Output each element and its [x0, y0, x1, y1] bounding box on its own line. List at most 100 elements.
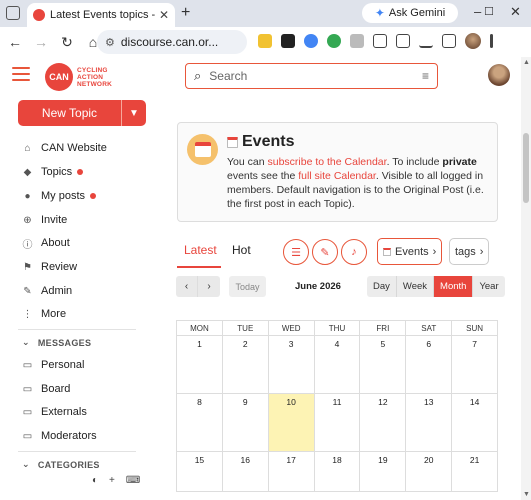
tab-latest[interactable]: Latest — [184, 243, 217, 257]
sidebar-icon[interactable] — [442, 34, 456, 48]
chevron-down-icon[interactable]: ▼ — [121, 100, 146, 126]
today-button[interactable]: Today — [229, 276, 266, 297]
calendar-day-cell[interactable]: 14 — [452, 394, 499, 452]
search-input[interactable]: ⌕ Search ≡ — [185, 63, 438, 89]
calendar-day-cell[interactable]: 5 — [360, 336, 407, 394]
sidebar-item-personal[interactable]: ▭ Personal — [22, 355, 85, 375]
calendar-day-cell[interactable]: 3 — [268, 336, 315, 394]
extension-icon[interactable] — [327, 34, 341, 48]
calendar-day-cell[interactable]: 19 — [360, 452, 407, 492]
add-icon[interactable]: + — [109, 475, 115, 486]
view-year-button[interactable]: Year — [473, 276, 505, 297]
site-logo[interactable]: CAN CYCLING ACTION NETWORK — [45, 63, 112, 91]
full-site-calendar-link[interactable]: full site Calendar — [298, 170, 376, 182]
categories-section-header[interactable]: ⌄ CATEGORIES — [22, 459, 100, 470]
sidebar-item-can-website[interactable]: ⌂ CAN Website — [22, 138, 106, 158]
extension-icon[interactable] — [304, 34, 318, 48]
profile-avatar[interactable] — [465, 33, 481, 49]
sidebar-item-invite[interactable]: ⊕ Invite — [22, 210, 67, 230]
back-arrow-icon[interactable]: ← — [4, 34, 26, 50]
close-window-icon[interactable]: ✕ — [510, 4, 521, 20]
page-scrollbar[interactable]: ▲ ▼ — [521, 57, 531, 500]
chevron-down-icon: ⌄ — [22, 337, 30, 347]
view-month-button[interactable]: Month — [434, 276, 474, 297]
sidebar-item-more[interactable]: ⋮ More — [22, 304, 67, 324]
sidebar-item-externals[interactable]: ▭ Externals — [22, 402, 87, 422]
chevron-right-icon[interactable]: › — [198, 276, 220, 297]
list-view-icon[interactable]: ☰ — [283, 239, 309, 265]
user-avatar[interactable] — [488, 64, 510, 86]
extension-icon[interactable] — [350, 34, 364, 48]
sidebar-item-topics[interactable]: ◆ Topics — [22, 162, 84, 182]
weekday-header: TUE — [222, 321, 269, 336]
home-icon: ⌂ — [24, 142, 31, 154]
reload-icon[interactable]: ↻ — [56, 34, 78, 51]
theme-toggle-icon[interactable]: ◐ — [92, 475, 98, 486]
wrench-icon[interactable]: ✎ — [312, 239, 338, 265]
hamburger-menu-icon[interactable] — [12, 67, 30, 85]
site-info-icon[interactable]: ⚙ — [105, 36, 115, 49]
bell-icon[interactable]: ♪ — [341, 239, 367, 265]
extension-icon[interactable] — [258, 34, 272, 48]
calendar-week-row: 1 2 3 4 5 6 7 — [177, 336, 499, 394]
sidebar-item-admin[interactable]: ✎ Admin — [22, 281, 72, 301]
calendar-day-cell[interactable]: 21 — [452, 452, 499, 492]
extensions-puzzle-icon[interactable] — [373, 34, 387, 48]
weekday-header: SUN — [452, 321, 499, 336]
browser-tab[interactable]: Latest Events topics - CAN Disc ✕ — [27, 3, 175, 27]
chevron-right-icon: › — [479, 245, 484, 258]
calendar-day-cell[interactable]: 20 — [406, 452, 453, 492]
scroll-up-icon[interactable]: ▲ — [523, 59, 530, 66]
tab-search-icon[interactable] — [6, 6, 20, 20]
calendar-day-cell[interactable]: 15 — [177, 452, 223, 492]
calendar-day-cell[interactable]: 11 — [314, 394, 361, 452]
reading-list-icon[interactable] — [396, 34, 410, 48]
chevron-left-icon[interactable]: ‹ — [176, 276, 198, 297]
sidebar-item-moderators[interactable]: ▭ Moderators — [22, 426, 97, 446]
sidebar-item-about[interactable]: ⓘ About — [22, 233, 70, 253]
calendar-day-cell[interactable]: 13 — [406, 394, 453, 452]
flag-icon: ⚑ — [23, 261, 32, 273]
calendar-day-cell[interactable]: 9 — [222, 394, 269, 452]
calendar-day-cell[interactable]: 16 — [222, 452, 269, 492]
new-tab-icon[interactable]: + — [181, 4, 190, 22]
calendar-day-cell[interactable]: 17 — [268, 452, 315, 492]
forward-arrow-icon[interactable]: → — [30, 34, 52, 50]
view-week-button[interactable]: Week — [396, 276, 435, 297]
sidebar-item-review[interactable]: ⚑ Review — [22, 257, 77, 277]
layers-icon: ◆ — [23, 166, 32, 178]
search-filter-icon[interactable]: ≡ — [422, 69, 429, 83]
calendar-day-cell-today[interactable]: 10 — [268, 394, 315, 452]
sidebar-item-board[interactable]: ▭ Board — [22, 379, 71, 399]
events-category-dropdown[interactable]: Events › — [377, 238, 443, 265]
subscribe-calendar-link[interactable]: subscribe to the Calendar — [267, 156, 386, 168]
category-description: You can subscribe to the Calendar. To in… — [227, 156, 484, 210]
calendar-day-cell[interactable]: 6 — [406, 336, 453, 394]
extension-icon[interactable] — [281, 34, 295, 48]
calendar-day-cell[interactable]: 8 — [177, 394, 223, 452]
address-bar[interactable]: ⚙ discourse.can.or... — [97, 30, 247, 54]
download-icon[interactable] — [419, 34, 433, 48]
scroll-down-icon[interactable]: ▼ — [523, 491, 530, 498]
keyboard-shortcuts-icon[interactable]: ⌨ — [126, 475, 140, 486]
menu-dots-icon[interactable] — [490, 34, 493, 48]
view-day-button[interactable]: Day — [367, 276, 397, 297]
ask-gemini-button[interactable]: ✦ Ask Gemini — [362, 3, 458, 23]
calendar-day-cell[interactable]: 12 — [360, 394, 407, 452]
extension-icons — [258, 33, 493, 49]
calendar-day-cell[interactable]: 18 — [314, 452, 361, 492]
minimize-icon[interactable]: – — [474, 4, 481, 19]
messages-section-header[interactable]: ⌄ MESSAGES — [22, 337, 91, 348]
new-topic-button[interactable]: New Topic — [18, 100, 121, 126]
tab-hot[interactable]: Hot — [232, 243, 251, 257]
browser-tab-title: Latest Events topics - CAN Disc — [50, 9, 156, 21]
close-tab-icon[interactable]: ✕ — [159, 8, 169, 22]
calendar-day-cell[interactable]: 2 — [222, 336, 269, 394]
sidebar-item-my-posts[interactable]: ● My posts — [22, 186, 97, 206]
calendar-day-cell[interactable]: 4 — [314, 336, 361, 394]
scrollbar-thumb[interactable] — [523, 133, 529, 203]
calendar-day-cell[interactable]: 1 — [177, 336, 223, 394]
maximize-icon[interactable]: ☐ — [484, 5, 494, 18]
calendar-day-cell[interactable]: 7 — [452, 336, 499, 394]
tags-dropdown[interactable]: tags › — [449, 238, 490, 265]
